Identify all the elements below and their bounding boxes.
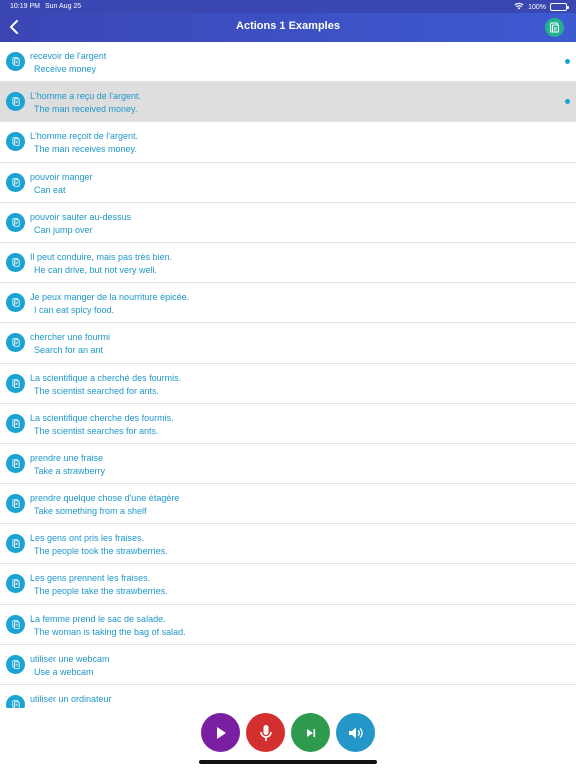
english-translation: The man received money.	[34, 104, 138, 115]
english-translation: The people take the strawberries.	[34, 586, 168, 597]
french-phrase: utiliser une webcam	[30, 653, 110, 664]
card-icon[interactable]	[6, 695, 25, 708]
nav-bar: Actions 1 Examples	[0, 13, 576, 42]
playback-controls	[0, 708, 576, 768]
list-item[interactable]: prendre une fraise Take a strawberry	[0, 443, 576, 485]
french-phrase: La femme prend le sac de salade.	[30, 613, 166, 624]
card-icon[interactable]	[6, 293, 25, 313]
list-item[interactable]: Je peux manger de la nourriture épicée. I…	[0, 283, 576, 324]
english-translation: Take something from a shelf	[34, 506, 147, 517]
french-phrase: utiliser un ordinateur	[30, 694, 112, 704]
french-phrase: Je peux manger de la nourriture épicée.	[30, 292, 190, 303]
french-phrase: La scientifique a cherché des fourmis.	[30, 372, 182, 383]
french-phrase: L'homme a reçu de l'argent.	[30, 91, 141, 102]
battery-icon	[550, 3, 569, 11]
french-phrase: pouvoir sauter au-dessus	[30, 211, 132, 222]
status-right: 100%	[514, 2, 569, 12]
list-item[interactable]: utiliser une webcam Use a webcam	[0, 644, 576, 685]
english-translation: Take a strawberry	[34, 465, 106, 476]
card-icon[interactable]	[6, 333, 25, 353]
card-icon[interactable]	[6, 614, 25, 634]
list-item[interactable]: La scientifique a cherché des fourmis. Th…	[0, 363, 576, 404]
status-time: 10:19 PM	[10, 3, 40, 10]
french-phrase: Les gens ont pris les fraises.	[30, 533, 145, 544]
speaker-icon[interactable]	[336, 713, 375, 752]
flashcard-icon[interactable]	[545, 18, 564, 37]
english-translation: I can eat spicy food.	[34, 305, 115, 316]
status-date: Sun Aug 25	[45, 3, 82, 10]
status-bar: 10:19 PM Sun Aug 25 100%	[0, 0, 576, 13]
english-translation: The woman is taking the bag of salad.	[34, 626, 186, 637]
wifi-icon	[514, 2, 524, 12]
french-phrase: La scientifique cherche des fourmis.	[30, 412, 174, 423]
card-icon[interactable]	[6, 252, 25, 272]
list-item[interactable]: Il peut conduire, mais pas très bien. He …	[0, 242, 576, 284]
list-item[interactable]: chercher une fourmi Search for an ant	[0, 323, 576, 364]
microphone-icon[interactable]	[246, 713, 285, 752]
examples-list[interactable]: recevoir de l'argent Receive money L'homme…	[0, 42, 576, 708]
english-translation: Can eat	[34, 184, 66, 195]
unread-dot	[565, 59, 570, 64]
french-phrase: pouvoir manger	[30, 171, 93, 182]
french-phrase: prendre quelque chose d'une étagère	[30, 493, 180, 504]
list-item[interactable]: utiliser un ordinateur	[0, 685, 576, 708]
french-phrase: prendre une fraise	[30, 452, 104, 463]
card-icon[interactable]	[6, 534, 25, 554]
card-icon[interactable]	[6, 172, 25, 192]
english-translation: He can drive, but not very well.	[34, 264, 158, 275]
french-phrase: chercher une fourmi	[30, 332, 111, 343]
english-translation: Use a webcam	[34, 666, 94, 677]
card-icon[interactable]	[6, 654, 25, 674]
card-icon[interactable]	[6, 52, 25, 71]
french-phrase: Les gens prennent les fraises.	[30, 573, 151, 584]
unread-dot	[565, 99, 570, 105]
english-translation: Receive money	[34, 64, 97, 74]
play-icon[interactable]	[201, 713, 240, 752]
card-icon[interactable]	[6, 494, 25, 514]
card-icon[interactable]	[6, 212, 25, 232]
list-item[interactable]: recevoir de l'argent Receive money	[0, 42, 576, 83]
english-translation: Can jump over	[34, 224, 93, 235]
page-title: Actions 1 Examples	[236, 20, 340, 32]
english-translation: The scientist searched for ants.	[34, 385, 160, 396]
card-icon[interactable]	[6, 453, 25, 473]
card-icon[interactable]	[6, 574, 25, 594]
english-translation: The people took the strawberries.	[34, 546, 168, 557]
list-item[interactable]: pouvoir sauter au-dessus Can jump over	[0, 202, 576, 243]
list-item[interactable]: Les gens prennent les fraises. The people…	[0, 564, 576, 605]
card-icon[interactable]	[6, 132, 25, 152]
list-item[interactable]: La scientifique cherche des fourmis. The …	[0, 403, 576, 444]
card-icon[interactable]	[6, 413, 25, 433]
list-item[interactable]: L'homme reçoit de l'argent. The man recei…	[0, 122, 576, 163]
english-translation: Search for an ant	[34, 345, 104, 356]
english-translation: The man receives money.	[34, 144, 137, 155]
battery-percent: 100%	[528, 3, 546, 11]
list-item[interactable]: pouvoir manger Can eat	[0, 162, 576, 203]
french-phrase: Il peut conduire, mais pas très bien.	[30, 251, 173, 262]
home-indicator	[199, 760, 377, 764]
list-item[interactable]: Les gens ont pris les fraises. The people…	[0, 524, 576, 565]
card-icon[interactable]	[6, 373, 25, 393]
card-icon[interactable]	[6, 92, 25, 112]
french-phrase: L'homme reçoit de l'argent.	[30, 131, 138, 142]
list-item[interactable]: prendre quelque chose d'une étagère Take …	[0, 484, 576, 525]
skip-next-icon[interactable]	[291, 713, 330, 752]
english-translation: The scientist searches for ants.	[34, 425, 159, 436]
list-item[interactable]: L'homme a reçu de l'argent. The man recei…	[0, 82, 576, 123]
french-phrase: recevoir de l'argent	[30, 51, 107, 61]
list-item[interactable]: La femme prend le sac de salade. The woma…	[0, 604, 576, 645]
